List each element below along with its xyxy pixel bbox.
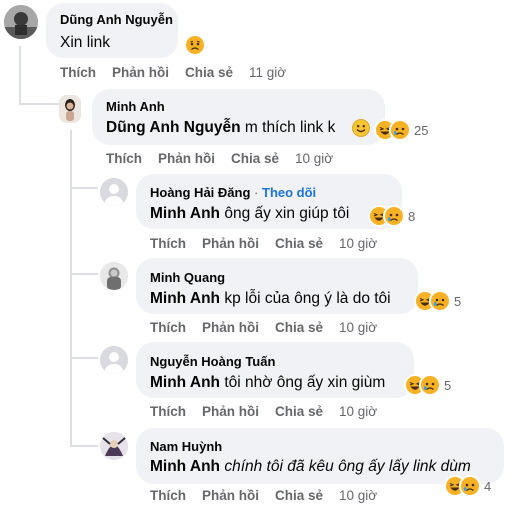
share-button[interactable]: Chia sẻ — [275, 488, 323, 503]
comment-author[interactable]: Nguyễn Hoàng Tuấn — [150, 354, 275, 369]
user-photo-icon — [100, 432, 128, 460]
comment-author[interactable]: Nam Huỳnh — [150, 439, 222, 454]
reply-button[interactable]: Phản hồi — [202, 320, 259, 335]
avatar[interactable] — [100, 346, 128, 374]
reply-button[interactable]: Phản hồi — [202, 236, 259, 251]
like-button[interactable]: Thích — [150, 404, 186, 419]
comment-actions: Thích Phản hồi Chia sẻ 10 giờ — [150, 488, 393, 503]
share-button[interactable]: Chia sẻ — [231, 151, 279, 166]
sad-reaction-icon — [383, 205, 405, 227]
timestamp[interactable]: 10 giờ — [339, 236, 377, 251]
sad-reaction-icon — [419, 374, 441, 396]
user-photo-icon — [100, 262, 128, 290]
reply-button[interactable]: Phản hồi — [202, 404, 259, 419]
avatar[interactable] — [100, 262, 128, 290]
reaction-count: 5 — [454, 293, 462, 309]
thread-line — [19, 46, 21, 104]
comment-text: Minh Anh chính tôi đã kêu ông ấy lấy lin… — [150, 458, 471, 475]
default-avatar-icon — [100, 346, 128, 374]
avatar[interactable] — [100, 432, 128, 460]
timestamp[interactable]: 10 giờ — [339, 404, 377, 419]
comment-text: Minh Anh tôi nhờ ông ấy xin giùm — [150, 374, 386, 391]
author-name[interactable]: Hoàng Hải Đăng — [150, 185, 250, 200]
reaction-summary[interactable]: 25 — [374, 118, 428, 142]
reaction-summary[interactable]: 5 — [404, 373, 451, 397]
follow-link[interactable]: Theo dõi — [262, 185, 316, 200]
comment-author[interactable]: Dũng Anh Nguyễn — [60, 12, 173, 27]
mention-link[interactable]: Minh Anh — [150, 374, 220, 391]
comment-actions: Thích Phản hồi Chia sẻ 11 giờ — [60, 65, 302, 80]
timestamp[interactable]: 10 giờ — [295, 151, 333, 166]
thread-line — [70, 273, 98, 275]
share-button[interactable]: Chia sẻ — [275, 320, 323, 335]
comment-actions: Thích Phản hồi Chia sẻ 10 giờ — [150, 404, 393, 419]
comment-author: Hoàng Hải Đăng · Theo dõi — [150, 185, 316, 200]
sad-reaction-icon — [389, 119, 411, 141]
comment-author[interactable]: Minh Anh — [106, 99, 165, 114]
like-button[interactable]: Thích — [150, 236, 186, 251]
like-button[interactable]: Thích — [150, 320, 186, 335]
avatar[interactable] — [100, 178, 128, 206]
sad-reaction-icon — [459, 475, 481, 497]
reaction-summary[interactable]: 8 — [368, 204, 415, 228]
reaction-count: 5 — [444, 377, 452, 393]
like-button[interactable]: Thích — [60, 65, 96, 80]
user-photo-icon — [59, 95, 81, 123]
timestamp[interactable]: 11 giờ — [249, 65, 286, 80]
thread-line — [70, 187, 98, 189]
reaction-count: 25 — [414, 122, 429, 138]
share-button[interactable]: Chia sẻ — [185, 65, 233, 80]
comment-text: Minh Anh ông ấy xin giúp tôi — [150, 205, 350, 222]
comment-text: Minh Anh kp lỗi của ông ý là do tôi — [150, 290, 391, 307]
sad-reaction-icon — [184, 34, 206, 56]
mention-link[interactable]: Minh Anh — [150, 290, 220, 307]
mention-link[interactable]: Dũng Anh Nguyễn — [106, 119, 241, 136]
comment-actions: Thích Phản hồi Chia sẻ 10 giờ — [150, 236, 393, 251]
thread-line — [70, 130, 72, 446]
like-button[interactable]: Thích — [106, 151, 142, 166]
smile-emoji-icon — [352, 119, 370, 137]
default-avatar-icon — [100, 178, 128, 206]
reply-button[interactable]: Phản hồi — [112, 65, 169, 80]
user-photo-icon — [4, 5, 38, 39]
thread-line — [70, 357, 98, 359]
comment-author[interactable]: Minh Quang — [150, 270, 225, 285]
timestamp[interactable]: 10 giờ — [339, 320, 377, 335]
thread-line — [19, 103, 59, 105]
reaction-summary[interactable] — [184, 33, 209, 57]
share-button[interactable]: Chia sẻ — [275, 404, 323, 419]
sad-reaction-icon — [429, 290, 451, 312]
separator-dot: · — [254, 185, 259, 200]
reply-button[interactable]: Phản hồi — [202, 488, 259, 503]
timestamp[interactable]: 10 giờ — [339, 488, 377, 503]
mention-link[interactable]: Minh Anh — [150, 458, 220, 475]
comment-text: Xin link — [60, 34, 110, 51]
comment-actions: Thích Phản hồi Chia sẻ 10 giờ — [150, 320, 393, 335]
reaction-summary[interactable]: 4 — [444, 474, 491, 498]
avatar[interactable] — [59, 95, 81, 123]
mention-link[interactable]: Minh Anh — [150, 205, 220, 222]
comment-text: Dũng Anh Nguyễn m thích link k — [106, 119, 336, 136]
avatar[interactable] — [4, 5, 38, 39]
like-button[interactable]: Thích — [150, 488, 186, 503]
reaction-count: 4 — [484, 478, 492, 494]
reaction-summary[interactable]: 5 — [414, 289, 461, 313]
comment-actions: Thích Phản hồi Chia sẻ 10 giờ — [106, 151, 349, 166]
thread-line — [70, 445, 98, 447]
reply-button[interactable]: Phản hồi — [158, 151, 215, 166]
share-button[interactable]: Chia sẻ — [275, 236, 323, 251]
reaction-count: 8 — [408, 208, 416, 224]
